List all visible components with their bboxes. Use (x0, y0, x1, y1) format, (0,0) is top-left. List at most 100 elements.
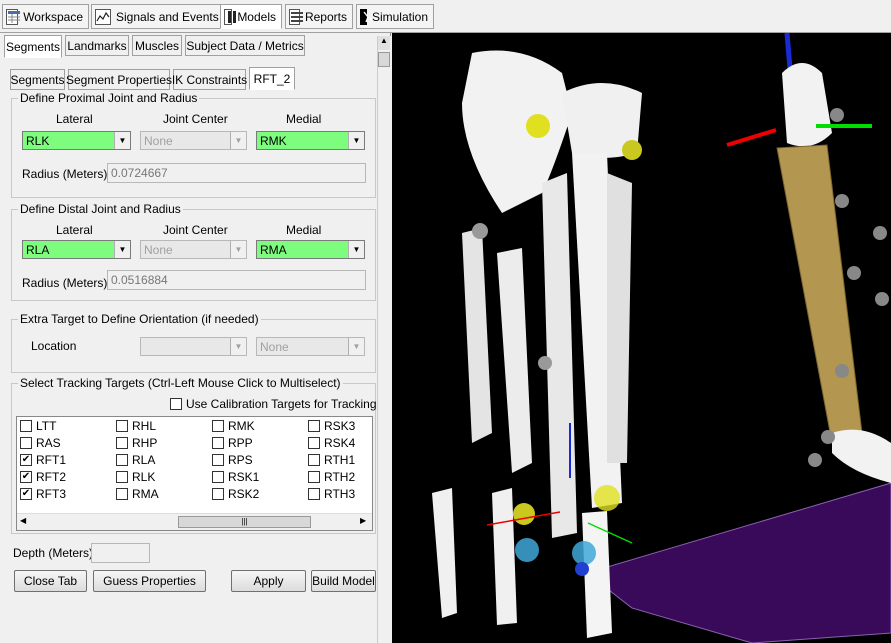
distal-title: Define Distal Joint and Radius (18, 202, 183, 216)
tab-muscles[interactable]: Muscles (132, 35, 182, 56)
target-item-rhl[interactable]: RHL (116, 419, 156, 433)
checkbox-box[interactable] (308, 420, 320, 432)
marker-rmk (622, 140, 642, 160)
proximal-medial-select[interactable]: RMK ▼ (256, 131, 365, 150)
target-item-rsk4[interactable]: RSK4 (308, 436, 355, 450)
checkbox-box[interactable] (20, 437, 32, 449)
target-item-rft2[interactable]: ✔ RFT2 (20, 470, 66, 484)
checkbox-box[interactable] (212, 488, 224, 500)
checkbox-box[interactable] (116, 488, 128, 500)
target-label: RAS (36, 436, 61, 450)
checkbox-box[interactable] (212, 420, 224, 432)
subtab-ik-constraints[interactable]: IK Constraints (172, 69, 247, 90)
proximal-center-select[interactable]: None ▼ (140, 131, 247, 150)
proximal-lateral-select[interactable]: RLK ▼ (22, 131, 131, 150)
guess-properties-button[interactable]: Guess Properties (93, 570, 206, 592)
checkbox-box[interactable] (116, 437, 128, 449)
target-label: RHL (132, 419, 157, 433)
target-item-rth3[interactable]: RTH3 (308, 487, 355, 501)
target-item-rma[interactable]: RMA (116, 487, 159, 501)
target-item-ltt[interactable]: LTT (20, 419, 56, 433)
list-horizontal-scrollbar[interactable]: ◀ ||| ▶ (17, 513, 372, 530)
proximal-lateral-label: Lateral (56, 112, 93, 126)
tab-segments[interactable]: Segments (4, 35, 62, 58)
calibration-checkbox[interactable]: Use Calibration Targets for Tracking (170, 397, 377, 411)
marker-rft1 (515, 538, 539, 562)
target-item-rsk2[interactable]: RSK2 (212, 487, 259, 501)
tracking-target-list[interactable]: LTT RAS ✔ RFT1 ✔ RFT2 ✔ RFT3 RHL RHP RLA RLK RMA RMK R… (16, 416, 373, 531)
marker-grey (808, 453, 822, 467)
tab-signals-and-events[interactable]: Signals and Events (91, 4, 237, 29)
checkbox-box[interactable] (20, 420, 32, 432)
target-item-rla[interactable]: RLA (116, 453, 155, 467)
checkmark-icon[interactable]: ✔ (20, 471, 32, 483)
marker-grey (830, 108, 844, 122)
scroll-thumb-horizontal[interactable]: ||| (178, 516, 311, 528)
tab-models[interactable]: Models (220, 4, 282, 29)
distal-group: Define Distal Joint and Radius Lateral J… (11, 202, 376, 301)
depth-field[interactable] (91, 543, 150, 563)
target-item-ras[interactable]: RAS (20, 436, 61, 450)
checkbox-box[interactable] (308, 437, 320, 449)
checkbox-box[interactable] (116, 471, 128, 483)
distal-center-select[interactable]: None ▼ (140, 240, 247, 259)
target-item-rps[interactable]: RPS (212, 453, 253, 467)
target-label: RLK (132, 470, 156, 484)
target-item-rhp[interactable]: RHP (116, 436, 157, 450)
checkbox-box[interactable] (308, 488, 320, 500)
subtab-segments[interactable]: Segments (10, 69, 65, 90)
target-item-rth1[interactable]: RTH1 (308, 453, 355, 467)
marker-grey (847, 266, 861, 280)
tab-subject-data[interactable]: Subject Data / Metrics (185, 35, 305, 56)
target-item-rsk3[interactable]: RSK3 (308, 419, 355, 433)
subtab-rft2[interactable]: RFT_2 (249, 67, 295, 90)
checkbox-box[interactable] (116, 420, 128, 432)
target-label: LTT (36, 419, 57, 433)
target-item-rpp[interactable]: RPP (212, 436, 253, 450)
checkbox-box[interactable] (212, 471, 224, 483)
panel-scrollbar[interactable]: ▲ (377, 36, 391, 643)
tab-landmarks[interactable]: Landmarks (65, 35, 129, 56)
tab-models-label: Models (237, 9, 276, 24)
scroll-left-arrow-icon[interactable]: ◀ (20, 516, 26, 525)
target-item-rlk[interactable]: RLK (116, 470, 155, 484)
scroll-thumb[interactable] (378, 52, 390, 67)
checkbox-box[interactable] (212, 437, 224, 449)
target-item-rft1[interactable]: ✔ RFT1 (20, 453, 66, 467)
checkbox-box[interactable] (212, 454, 224, 466)
scroll-up-arrow-icon[interactable]: ▲ (378, 36, 390, 50)
checkbox-box[interactable] (308, 454, 320, 466)
build-model-button[interactable]: Build Model (311, 570, 376, 592)
tab-simulation[interactable]: Simulation (356, 4, 434, 29)
distal-medial-select[interactable]: RMA ▼ (256, 240, 365, 259)
target-label: RLA (132, 453, 156, 467)
target-item-rsk1[interactable]: RSK1 (212, 470, 259, 484)
location-select[interactable]: ▼ (140, 337, 247, 356)
subtab-segment-properties[interactable]: Segment Properties (66, 69, 172, 90)
tab-workspace[interactable]: Workspace (2, 4, 89, 29)
target-label: RFT1 (36, 453, 66, 467)
checkbox-box[interactable] (170, 398, 182, 410)
distal-lateral-label: Lateral (56, 223, 93, 237)
proximal-radius-field[interactable]: 0.0724667 (107, 163, 366, 183)
signals-icon (95, 8, 111, 25)
distal-radius-field[interactable]: 0.0516884 (107, 270, 366, 290)
proximal-center-value: None (144, 133, 173, 148)
checkbox-box[interactable] (116, 454, 128, 466)
target-item-rft3[interactable]: ✔ RFT3 (20, 487, 66, 501)
distal-lateral-select[interactable]: RLA ▼ (22, 240, 131, 259)
3d-viewport[interactable] (392, 33, 891, 643)
checkmark-icon[interactable]: ✔ (20, 454, 32, 466)
apply-button[interactable]: Apply (231, 570, 306, 592)
extra-target-group: Extra Target to Define Orientation (if n… (11, 312, 376, 373)
target-item-rmk[interactable]: RMK (212, 419, 255, 433)
checkbox-box[interactable] (308, 471, 320, 483)
target-label: RPP (228, 436, 253, 450)
scroll-right-arrow-icon[interactable]: ▶ (360, 516, 366, 525)
target-item-rth2[interactable]: RTH2 (308, 470, 355, 484)
tab-reports[interactable]: Reports (285, 4, 353, 29)
checkmark-icon[interactable]: ✔ (20, 488, 32, 500)
close-tab-button[interactable]: Close Tab (14, 570, 87, 592)
extra-option-select[interactable]: None ▼ (256, 337, 365, 356)
calibration-label: Use Calibration Targets for Tracking (186, 397, 377, 411)
